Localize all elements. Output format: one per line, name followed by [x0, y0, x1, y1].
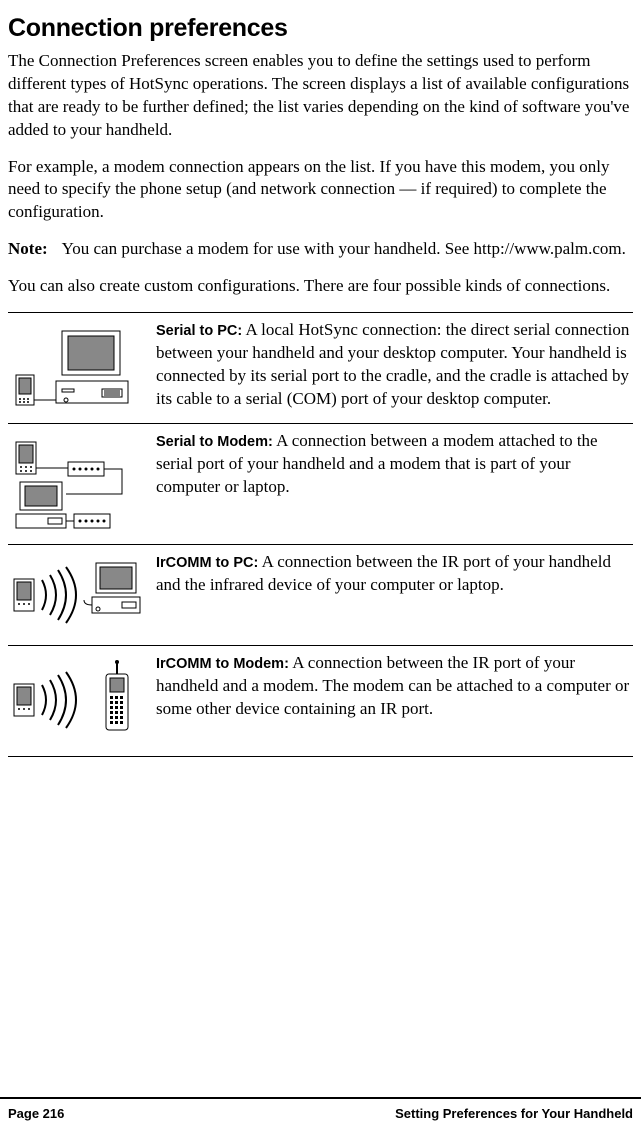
intro-paragraph-2: For example, a modem connection appears … [8, 156, 633, 225]
connection-text: Serial to PC: A local HotSync connection… [152, 319, 633, 413]
ircomm-to-pc-icon [8, 551, 152, 635]
page-footer: Page 216 Setting Preferences for Your Ha… [0, 1097, 641, 1123]
connection-row-serial-pc: Serial to PC: A local HotSync connection… [8, 313, 633, 424]
serial-to-pc-icon [8, 319, 152, 413]
intro-paragraph-1: The Connection Preferences screen enable… [8, 50, 633, 142]
connection-row-serial-modem: Serial to Modem: A connection between a … [8, 424, 633, 545]
connection-text: IrCOMM to PC: A connection between the I… [152, 551, 633, 635]
connection-label: Serial to Modem: [156, 434, 273, 450]
serial-to-modem-icon [8, 430, 152, 534]
note-body: You can purchase a modem for use with yo… [62, 238, 633, 261]
connections-table: Serial to PC: A local HotSync connection… [8, 312, 633, 757]
connection-row-ircomm-pc: IrCOMM to PC: A connection between the I… [8, 545, 633, 646]
connection-label: IrCOMM to PC: [156, 555, 258, 571]
ircomm-to-modem-icon [8, 652, 152, 746]
footer-section-title: Setting Preferences for Your Handheld [395, 1105, 633, 1123]
connection-label: Serial to PC: [156, 323, 242, 339]
connection-row-ircomm-modem: IrCOMM to Modem: A connection between th… [8, 646, 633, 757]
connection-label: IrCOMM to Modem: [156, 656, 289, 672]
intro-paragraph-3: You can also create custom configuration… [8, 275, 633, 298]
note-block: Note: You can purchase a modem for use w… [8, 238, 633, 261]
note-label: Note: [8, 238, 62, 261]
footer-page-number: Page 216 [8, 1105, 64, 1123]
page-title: Connection preferences [8, 12, 633, 46]
connection-text: Serial to Modem: A connection between a … [152, 430, 633, 534]
connection-text: IrCOMM to Modem: A connection between th… [152, 652, 633, 746]
